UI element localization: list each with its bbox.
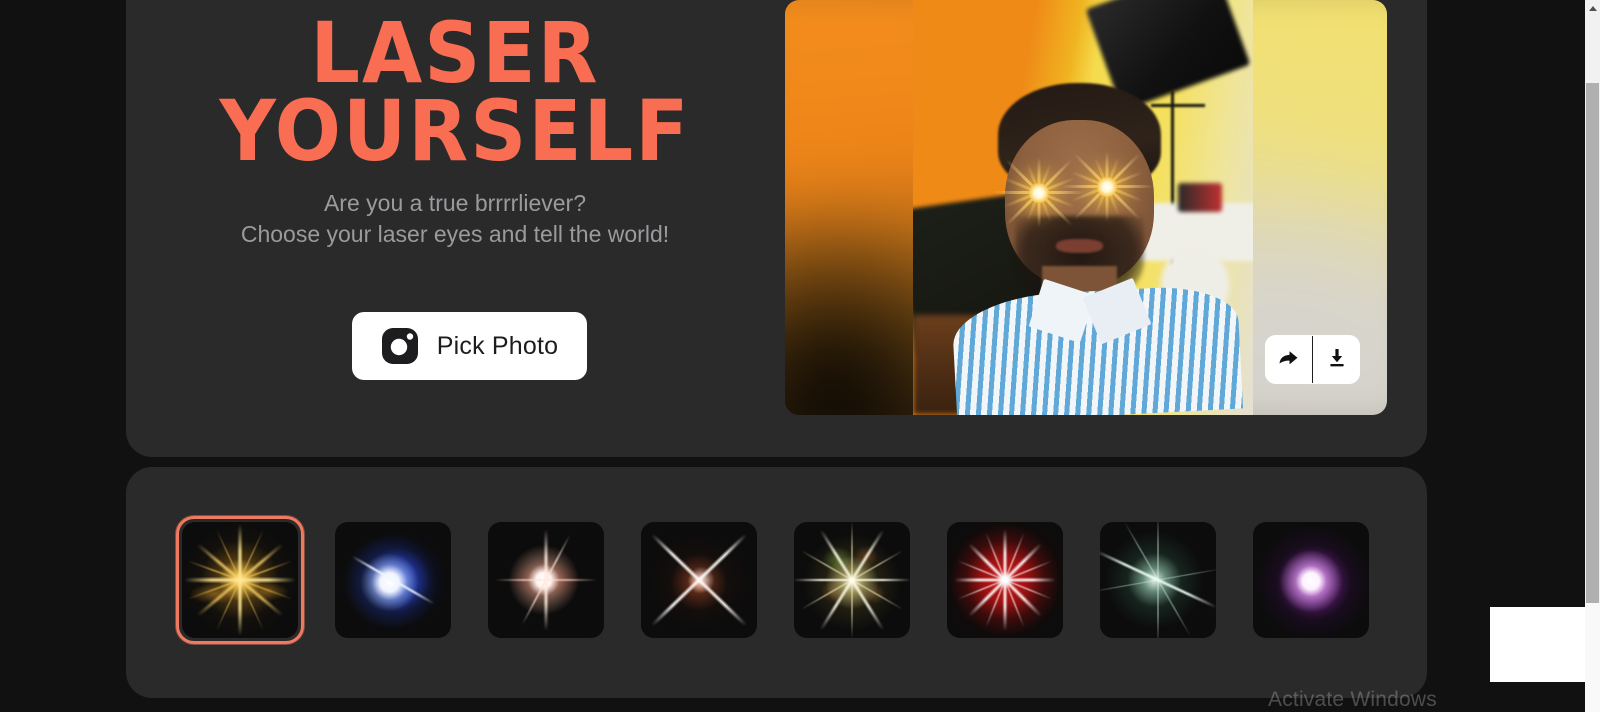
download-button[interactable] xyxy=(1313,335,1360,384)
photo-actions-toolbar xyxy=(1265,335,1360,384)
effect-item-gold-burst[interactable] xyxy=(176,516,304,644)
effect-item-blue-orb[interactable] xyxy=(329,516,457,644)
effect-item-mint-streak[interactable] xyxy=(1094,516,1222,644)
chevron-up-icon xyxy=(1588,5,1597,11)
effect-item-red-flare[interactable] xyxy=(482,516,610,644)
page-scrollbar[interactable] xyxy=(1585,0,1600,712)
hero-card: LASER YOURSELF Are you a true brrrrlieve… xyxy=(126,0,1427,457)
scrollbar-track-bottom[interactable] xyxy=(1585,603,1600,712)
effect-item-cross-star[interactable] xyxy=(635,516,763,644)
page-title-line-2: YOURSELF xyxy=(219,82,691,181)
page-subtitle-line-1: Are you a true brrrrliever? xyxy=(323,190,587,216)
effects-list xyxy=(176,516,1375,644)
photo-subject xyxy=(913,0,1253,415)
photo-image xyxy=(913,0,1253,415)
pick-photo-button[interactable]: Pick Photo xyxy=(352,312,587,380)
camera-icon xyxy=(381,327,419,365)
page-subtitle: Are you a true brrrrliever? Choose your … xyxy=(126,188,784,250)
photo-preview[interactable] xyxy=(785,0,1387,415)
overlay-white-block xyxy=(1490,607,1585,682)
page-title-line-1: LASER xyxy=(310,4,600,102)
download-icon xyxy=(1325,346,1349,373)
share-button[interactable] xyxy=(1265,335,1312,384)
effects-card xyxy=(126,467,1427,698)
effect-item-violet-orb[interactable] xyxy=(1247,516,1375,644)
scrollbar-thumb[interactable] xyxy=(1586,83,1599,603)
page-title: LASER YOURSELF xyxy=(126,4,794,181)
activate-windows-watermark: Activate Windows Go to Settings to activ… xyxy=(1268,688,1480,712)
scrollbar-up-button[interactable] xyxy=(1585,0,1600,16)
share-icon xyxy=(1277,346,1301,373)
page-subtitle-line-2: Choose your laser eyes and tell the worl… xyxy=(240,221,670,247)
page-viewport: LASER YOURSELF Are you a true brrrrlieve… xyxy=(0,0,1585,712)
effect-item-yellow-sparkle[interactable] xyxy=(788,516,916,644)
app-root: LASER YOURSELF Are you a true brrrrlieve… xyxy=(0,0,1600,712)
watermark-title: Activate Windows xyxy=(1268,688,1437,711)
effect-item-crimson-burst[interactable] xyxy=(941,516,1069,644)
hero-text-column: LASER YOURSELF Are you a true brrrrlieve… xyxy=(126,0,784,415)
pick-photo-label: Pick Photo xyxy=(436,331,559,360)
